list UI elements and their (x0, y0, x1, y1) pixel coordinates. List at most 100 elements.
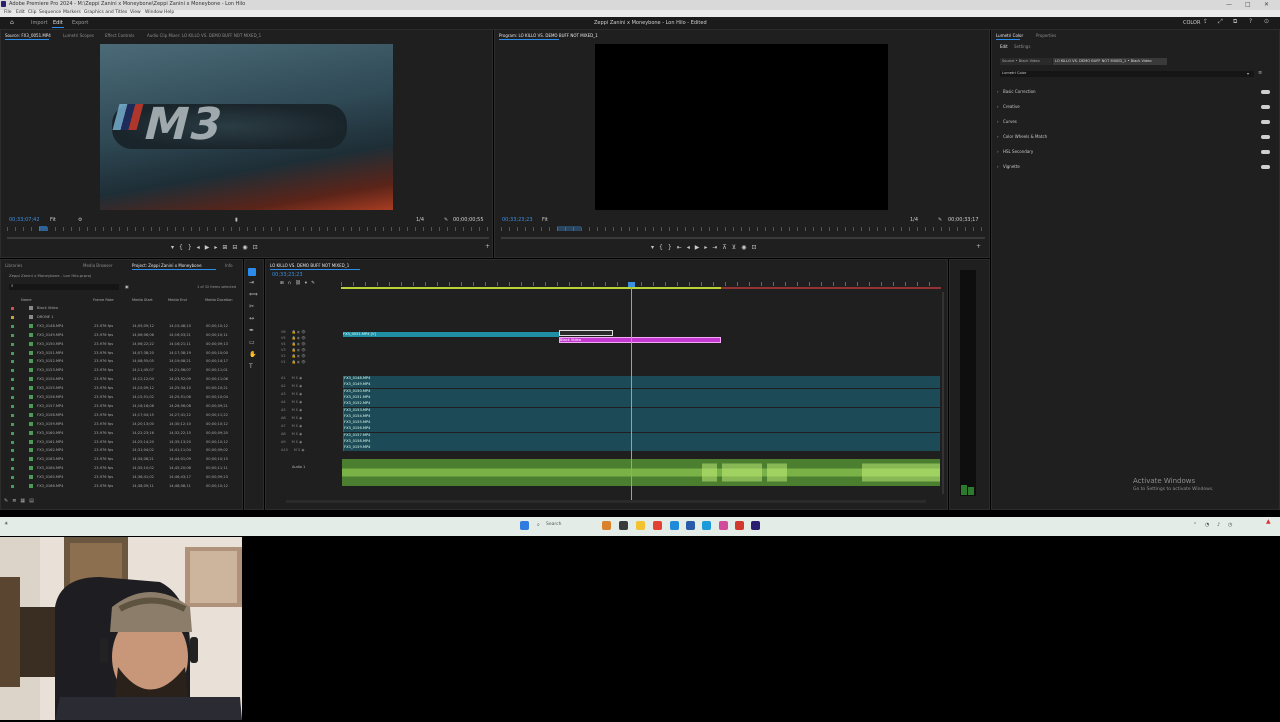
minimize-button[interactable]: — (1226, 1, 1232, 8)
help-icon[interactable]: ? (1249, 19, 1252, 25)
project-item-row[interactable]: FX3_0162.MP4 23.976 fps 14;31;04;02 14;41;1… (9, 447, 234, 455)
audio-track-header[interactable]: A9 M S ◉ (281, 440, 341, 447)
track-controls-icon[interactable]: 🔒 ◐ 👁 (292, 330, 306, 334)
prog-marker-icon[interactable]: ▾ (651, 244, 659, 251)
label-color-swatch[interactable] (11, 476, 14, 480)
nest-icon[interactable]: ⊞ (280, 281, 288, 286)
col-name[interactable]: Name (21, 298, 32, 302)
wrench-tl-icon[interactable]: ✎ (311, 281, 319, 286)
razor-tool-icon[interactable]: ✂ (249, 304, 254, 310)
premiere-taskbar-icon[interactable] (751, 521, 760, 530)
tab-audio-clip-mixer[interactable]: Audio Clip Mixer: LO KILLO VS. DEMO BUFF… (147, 33, 261, 38)
taskbar-search[interactable]: Search (546, 522, 561, 527)
task-view-icon[interactable] (602, 521, 611, 530)
pen-tool-icon[interactable]: ✒ (249, 328, 254, 334)
audio-clip[interactable]: FX3_0150.MP4 (343, 388, 940, 395)
track-controls-icon[interactable]: M S ◉ (292, 424, 303, 428)
start-menu-icon[interactable] (520, 521, 529, 530)
track-controls-icon[interactable]: M S ◉ (292, 416, 303, 420)
label-color-swatch[interactable] (11, 449, 14, 453)
track-controls-icon[interactable]: M S ◉ (292, 384, 303, 388)
program-playhead-timecode[interactable]: 00;33;23;23 (502, 217, 533, 223)
curves-toggle[interactable] (1261, 120, 1270, 124)
weather-widget[interactable]: ☀ (4, 521, 8, 527)
project-item-row[interactable]: FX3_0159.MP4 23.976 fps 14;20;13;00 14;30;1… (9, 421, 234, 429)
chevron-down-icon[interactable]: ▾ (1247, 71, 1249, 77)
audio-track-header[interactable]: A7 M S ◉ (281, 424, 341, 431)
project-item-row[interactable]: FX3_0163.MP4 23.976 fps 14;34;08;21 14;44;0… (9, 456, 234, 464)
video-track-header[interactable]: V1 🔒 ◐ 👁 (281, 360, 341, 367)
lumetri-source-selector[interactable]: Source • Black Video (1000, 58, 1052, 65)
marker-icon[interactable]: ▮ (235, 217, 238, 223)
label-color-swatch[interactable] (11, 351, 14, 355)
vignette-toggle[interactable] (1261, 165, 1270, 169)
label-color-swatch[interactable] (11, 378, 14, 382)
track-controls-icon[interactable]: 🔒 ◐ 👁 (292, 354, 306, 358)
source-playhead-timecode[interactable]: 00;33;07;42 (9, 217, 40, 223)
project-item-row[interactable]: FX3_0156.MP4 23.976 fps 14;15;51;02 14;25;5… (9, 394, 234, 402)
app-icon-red[interactable] (735, 521, 744, 530)
timeline-timecode[interactable]: 00;33;23;23 (272, 272, 303, 278)
prog-out-icon[interactable]: } (668, 244, 677, 251)
audio-track-header[interactable]: A2 M S ◉ (281, 384, 341, 391)
project-item-row[interactable]: FX3_0148.MP4 23.976 fps 14;05;09;12 14;15;4… (9, 323, 234, 331)
playhead-handle[interactable] (628, 282, 635, 287)
project-item-row[interactable]: FX3_0160.MP4 23.976 fps 14;22;23;16 14;32;2… (9, 430, 234, 438)
lumetri-target-selector[interactable]: LO KILLO VS. DEMO BUFF NOT MIXED_1 • Bla… (1053, 58, 1167, 65)
label-color-swatch[interactable] (11, 404, 14, 408)
prog-in-icon[interactable]: { (659, 244, 668, 251)
audio-clip[interactable]: FX3_0155.MP4 (343, 420, 940, 427)
export-frame-icon[interactable]: ◉ (242, 244, 252, 251)
lumetri-preset-dropdown[interactable]: Lumetri Color (1000, 71, 1254, 77)
audio-clip[interactable]: FX3_0149.MP4 (343, 382, 940, 389)
notification-badge-icon[interactable]: ▲ (1266, 518, 1271, 525)
col-frame-rate[interactable]: Frame Rate (93, 298, 114, 302)
project-item-row[interactable]: FX3_0151.MP4 23.976 fps 14;07;38;20 14;17;3… (9, 350, 234, 358)
share-icon[interactable]: ⧉ (1233, 19, 1237, 25)
lumetri-menu-icon[interactable]: ≡ (1258, 70, 1262, 76)
insert-icon[interactable]: ⊞ (222, 244, 232, 251)
prog-goto-out-icon[interactable]: ⇥ (712, 244, 722, 251)
explorer-icon[interactable] (619, 521, 628, 530)
col-media-duration[interactable]: Media Duration (205, 298, 233, 302)
source-quality-dropdown[interactable]: 1/4 (416, 217, 424, 223)
tray-clock-icon[interactable]: ◷ (1228, 522, 1232, 528)
track-select-icon[interactable]: ⇥ (249, 280, 254, 286)
tab-lumetri-scopes[interactable]: Lumetri Scopes (63, 33, 94, 38)
audio-track-header[interactable]: A6 M S ◉ (281, 416, 341, 423)
project-item-row[interactable]: FX3_0153.MP4 23.976 fps 14;11;45;07 14;21;5… (9, 367, 234, 375)
prog-export-frame-icon[interactable]: ◉ (741, 244, 751, 251)
tray-volume-icon[interactable]: ♪ (1217, 522, 1220, 528)
label-color-swatch[interactable] (11, 431, 14, 435)
tab-info[interactable]: Info (225, 263, 233, 268)
project-item-row[interactable]: FX3_0161.MP4 23.976 fps 14;25;14;20 14;35;1… (9, 439, 234, 447)
menu-view[interactable]: View (130, 10, 141, 15)
video-clip-v1[interactable]: FX3_0051.MP4 [V] (343, 332, 559, 337)
track-controls-icon[interactable]: M S ◉ (292, 440, 303, 444)
project-item-row[interactable]: FX3_0152.MP4 23.976 fps 14;08;55;05 14;19;0… (9, 358, 234, 366)
rectangle-tool-icon[interactable]: ▭ (249, 340, 255, 346)
quick-export-icon[interactable]: ⇪ (1203, 19, 1208, 25)
timeline-v-scroll[interactable] (942, 292, 944, 494)
section-basic-correction[interactable]: Basic Correction (1003, 89, 1036, 94)
maximize-button[interactable]: □ (1245, 1, 1251, 8)
menu-sequence[interactable]: Sequence (39, 10, 61, 15)
label-color-swatch[interactable] (11, 342, 14, 346)
freeform-view-icon[interactable]: ▤ (29, 498, 38, 504)
expand-icon[interactable]: › (997, 149, 999, 155)
project-search-input[interactable]: ⌕ (9, 284, 119, 290)
project-item-row[interactable]: FX3_0155.MP4 23.976 fps 14;15;09;12 14;25;3… (9, 385, 234, 393)
track-controls-icon[interactable]: M S ◉ (294, 448, 305, 452)
extract-icon[interactable]: ⊻ (732, 244, 741, 251)
music-audio-clip[interactable] (342, 459, 940, 486)
app-icon-blue[interactable] (686, 521, 695, 530)
track-controls-icon[interactable]: M S ◉ (292, 432, 303, 436)
taskbar-search-icon[interactable]: ⌕ (537, 522, 540, 528)
section-color-wheels[interactable]: Color Wheels & Match (1003, 134, 1047, 139)
label-color-swatch[interactable] (11, 413, 14, 417)
source-video-frame[interactable]: M3 (100, 44, 393, 210)
lift-icon[interactable]: ⊼ (722, 244, 731, 251)
tab-import[interactable]: Import (31, 20, 48, 26)
step-back-icon[interactable]: ◂ (197, 244, 205, 251)
col-media-end[interactable]: Media End (168, 298, 187, 302)
